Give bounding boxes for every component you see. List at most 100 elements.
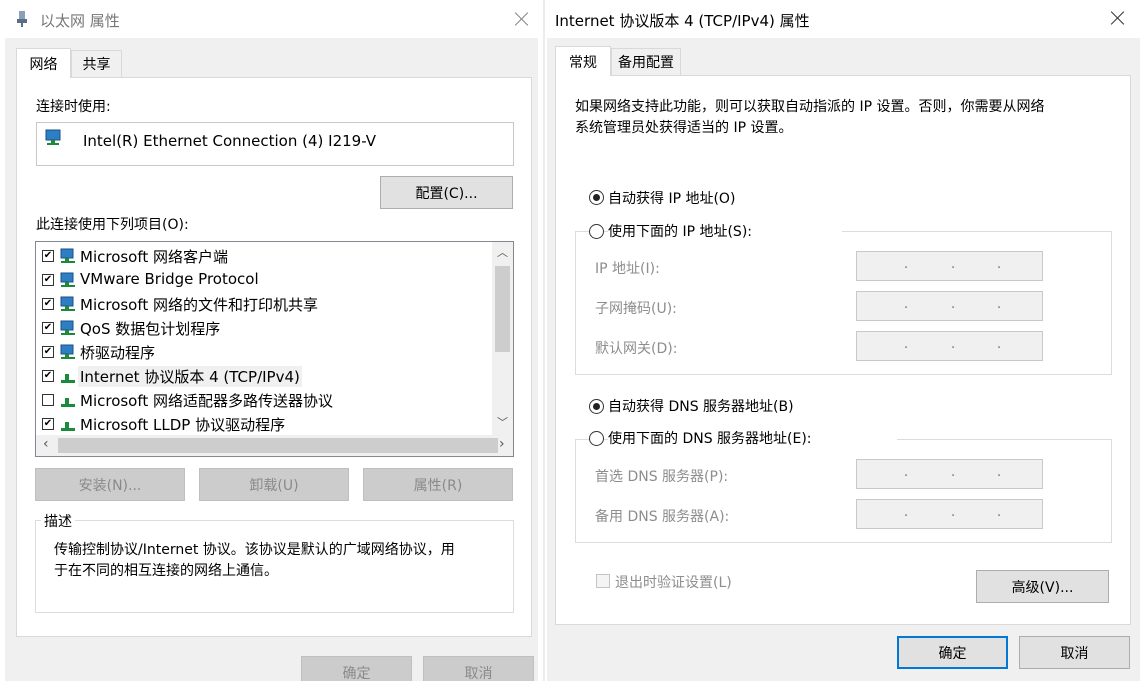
radio-manual-ip[interactable] [589, 224, 604, 239]
scroll-down-icon[interactable]: ﹀ [497, 414, 508, 430]
item-checkbox[interactable]: ✔ [42, 418, 54, 430]
vertical-scrollbar[interactable]: ︿ ﹀ [492, 242, 513, 435]
tab-network[interactable]: 网络 [16, 48, 71, 78]
left-dialog-window: 以太网 属性 网络 共享 连接时使用: Intel(R) Ethernet Co… [0, 0, 543, 681]
ip-dot: . [904, 505, 909, 520]
ip-dot: . [951, 505, 956, 520]
radio-manual-ip-label[interactable]: 使用下面的 IP 地址(S): [608, 221, 842, 241]
right-dialog-window: Internet 协议版本 4 (TCP/IPv4) 属性 常规 备用配置 如果… [545, 0, 1140, 681]
right-cancel-button[interactable]: 取消 [1019, 636, 1130, 669]
scroll-right-icon[interactable]: › [499, 436, 505, 452]
close-icon[interactable] [1109, 9, 1127, 27]
radio-auto-ip-label[interactable]: 自动获得 IP 地址(O) [608, 188, 735, 208]
network-computer-icon [60, 272, 75, 287]
item-checkbox[interactable]: ✔ [42, 250, 54, 262]
tab-alternate-config[interactable]: 备用配置 [611, 48, 681, 76]
connect-using-label: 连接时使用: [36, 99, 111, 115]
protocol-icon [61, 374, 75, 383]
list-item[interactable]: ✔ VMware Bridge Protocol [36, 269, 491, 291]
subnet-mask-field[interactable]: ... [856, 291, 1043, 321]
ip-dot: . [904, 257, 909, 272]
list-item[interactable]: ✔ Microsoft LLDP 协议驱动程序 [36, 413, 491, 435]
item-checkbox[interactable] [42, 394, 54, 406]
advanced-button[interactable]: 高级(V)... [976, 570, 1109, 603]
network-computer-icon [60, 248, 75, 263]
radio-manual-dns[interactable] [589, 431, 604, 446]
preferred-dns-field[interactable]: ... [856, 459, 1043, 489]
ip-address-field[interactable]: ... [856, 251, 1043, 281]
ip-dot: . [904, 297, 909, 312]
radio-auto-dns-label[interactable]: 自动获得 DNS 服务器地址(B) [608, 396, 794, 416]
close-icon[interactable] [513, 10, 531, 28]
intro-line1: 如果网络支持此功能，则可以获取自动指派的 IP 设置。否则，你需要从网络 [575, 99, 1045, 115]
install-button[interactable]: 安装(N)... [35, 468, 185, 501]
items-label: 此连接使用下列项目(O): [36, 217, 189, 233]
description-text-line2: 于在不同的相互连接的网络上通信。 [54, 563, 278, 579]
left-dialog-title: 以太网 属性 [40, 12, 120, 30]
tab-general[interactable]: 常规 [555, 46, 611, 76]
item-label[interactable]: 桥驱动程序 [78, 342, 157, 363]
item-label[interactable]: Microsoft 网络客户端 [78, 246, 230, 267]
uninstall-button[interactable]: 卸载(U) [199, 468, 349, 501]
h-scrollbar-thumb[interactable] [58, 438, 498, 453]
tab-sharing[interactable]: 共享 [71, 50, 122, 78]
ip-address-label: IP 地址(I): [595, 261, 660, 277]
item-checkbox[interactable]: ✔ [42, 322, 54, 334]
item-label[interactable]: Microsoft 网络适配器多路传送器协议 [78, 390, 335, 411]
item-label[interactable]: QoS 数据包计划程序 [78, 318, 222, 339]
default-gateway-label: 默认网关(D): [595, 341, 678, 357]
ethernet-icon [17, 11, 27, 27]
left-cancel-button[interactable]: 取消 [423, 656, 534, 681]
network-computer-icon [60, 344, 75, 359]
radio-auto-ip[interactable] [589, 190, 604, 205]
item-label[interactable]: Microsoft 网络的文件和打印机共享 [78, 294, 320, 315]
scroll-up-icon[interactable]: ︿ [497, 244, 508, 260]
item-checkbox[interactable]: ✔ [42, 298, 54, 310]
ip-dot: . [997, 505, 1002, 520]
alternate-dns-label: 备用 DNS 服务器(A): [595, 509, 730, 525]
item-label[interactable]: Microsoft LLDP 协议驱动程序 [78, 414, 287, 435]
items-list[interactable]: ✔ Microsoft 网络客户端 ✔ VMware Bridge Protocol ✔… [35, 241, 514, 457]
protocol-icon [61, 398, 75, 407]
left-ok-button[interactable]: 确定 [301, 656, 412, 681]
horizontal-scrollbar[interactable]: ‹ › [36, 435, 513, 456]
adapter-box: Intel(R) Ethernet Connection (4) I219-V [36, 122, 514, 166]
default-gateway-field[interactable]: ... [856, 331, 1043, 361]
item-checkbox[interactable]: ✔ [42, 370, 54, 382]
item-checkbox[interactable]: ✔ [42, 274, 54, 286]
item-label[interactable]: VMware Bridge Protocol [78, 270, 261, 288]
validate-on-exit-checkbox[interactable] [596, 574, 610, 588]
ip-dot: . [904, 337, 909, 352]
ip-dot: . [904, 465, 909, 480]
list-item[interactable]: ✔ Microsoft 网络的文件和打印机共享 [36, 293, 491, 315]
protocol-icon [61, 422, 75, 431]
left-title-bar: 以太网 属性 [0, 0, 543, 38]
adapter-name: Intel(R) Ethernet Connection (4) I219-V [83, 132, 376, 150]
description-text-line1: 传输控制协议/Internet 协议。该协议是默认的广域网络协议，用 [54, 542, 455, 558]
network-computer-icon [60, 320, 75, 335]
scroll-left-icon[interactable]: ‹ [43, 436, 49, 452]
right-title-bar: Internet 协议版本 4 (TCP/IPv4) 属性 [545, 0, 1140, 38]
adapter-icon [45, 129, 61, 145]
list-item[interactable]: ✔ QoS 数据包计划程序 [36, 317, 491, 339]
configure-button[interactable]: 配置(C)... [380, 176, 513, 209]
list-item[interactable]: ✔ 桥驱动程序 [36, 341, 491, 363]
properties-button[interactable]: 属性(R) [363, 468, 513, 501]
ip-dot: . [997, 257, 1002, 272]
ip-dot: . [951, 257, 956, 272]
list-item[interactable]: ✔ Internet 协议版本 4 (TCP/IPv4) [36, 365, 491, 387]
scrollbar-thumb[interactable] [495, 266, 510, 352]
right-ok-button[interactable]: 确定 [897, 636, 1008, 669]
validate-on-exit-label[interactable]: 退出时验证设置(L) [615, 572, 732, 592]
item-label[interactable]: Internet 协议版本 4 (TCP/IPv4) [78, 366, 302, 387]
subnet-mask-label: 子网掩码(U): [595, 301, 677, 317]
radio-manual-dns-label[interactable]: 使用下面的 DNS 服务器地址(E): [608, 428, 897, 448]
ip-dot: . [997, 337, 1002, 352]
ip-dot: . [997, 465, 1002, 480]
alternate-dns-field[interactable]: ... [856, 499, 1043, 529]
list-item[interactable]: ✔ Microsoft 网络客户端 [36, 245, 491, 267]
radio-auto-dns[interactable] [589, 399, 604, 414]
item-checkbox[interactable]: ✔ [42, 346, 54, 358]
list-item[interactable]: Microsoft 网络适配器多路传送器协议 [36, 389, 491, 411]
right-dialog-title: Internet 协议版本 4 (TCP/IPv4) 属性 [555, 12, 810, 30]
